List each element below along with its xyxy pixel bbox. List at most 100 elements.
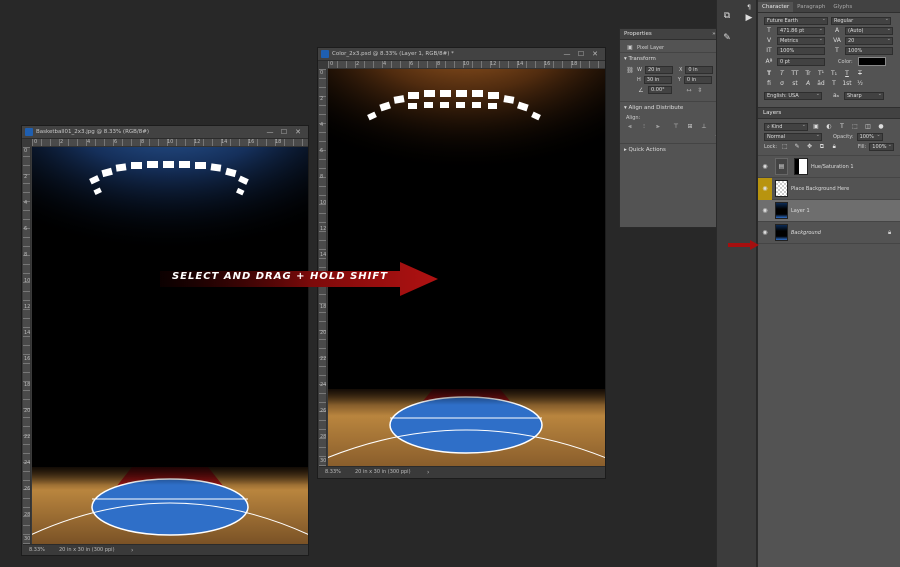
strikethrough-icon[interactable]: T	[855, 70, 865, 78]
layer-mask-thumb[interactable]	[794, 158, 808, 175]
blend-mode-select[interactable]: Normal	[764, 132, 822, 141]
document-window-left[interactable]: Basketball01_2x3.jpg @ 8.33% (RGB/8#) — …	[21, 125, 309, 556]
layer-name[interactable]: Layer 1	[791, 208, 900, 214]
ruler-horizontal[interactable]: 0 2 4 6 8 10 12 14 16 18	[32, 139, 308, 147]
link-icon[interactable]: ⛓	[626, 67, 634, 74]
x-field[interactable]: 0 in	[685, 66, 714, 74]
section-align-distribute[interactable]: ▾ Align and Distribute	[620, 101, 726, 114]
filter-toggle-icon[interactable]: ●	[876, 123, 886, 131]
y-field[interactable]: 0 in	[683, 76, 712, 84]
section-transform[interactable]: ▾ Transform	[620, 52, 726, 65]
angle-field[interactable]: 0.00°	[648, 86, 672, 94]
tab-glyphs[interactable]: Glyphs	[829, 2, 856, 12]
visibility-eye-icon[interactable]: ◉	[758, 163, 772, 170]
fractions-icon[interactable]: ½	[855, 80, 865, 88]
maximize-icon[interactable]: ☐	[277, 126, 291, 138]
underline-icon[interactable]: T	[842, 70, 852, 78]
tab-paragraph[interactable]: Paragraph	[793, 2, 829, 12]
properties-tab-bar[interactable]: Properties » ≡	[620, 29, 726, 40]
maximize-icon[interactable]: ☐	[574, 48, 588, 60]
anti-alias-select[interactable]: Sharp	[844, 91, 884, 100]
layer-row-place-background[interactable]: ◉ Place Background Here	[758, 177, 900, 200]
font-family-select[interactable]: Future Earth	[764, 16, 828, 25]
section-quick-actions[interactable]: ▸ Quick Actions	[620, 143, 726, 156]
minimize-icon[interactable]: —	[560, 48, 574, 60]
align-top-icon[interactable]: ⊤	[672, 123, 680, 130]
layer-row-hue-saturation[interactable]: ◉ ▤ Hue/Saturation 1	[758, 156, 900, 178]
paragraph-icon[interactable]: ¶	[743, 2, 755, 14]
filter-type-icon[interactable]: T	[837, 123, 847, 131]
filter-adjustment-icon[interactable]: ◐	[824, 123, 834, 131]
horizontal-scale-field[interactable]: 100%	[845, 47, 893, 55]
all-caps-icon[interactable]: TT	[790, 70, 800, 78]
layer-row-background[interactable]: ◉ Background 🔒︎	[758, 222, 900, 244]
text-color-swatch[interactable]	[857, 57, 886, 66]
history-icon[interactable]: ⧉	[721, 10, 733, 22]
visibility-eye-icon[interactable]: ◉	[758, 177, 772, 200]
close-icon[interactable]: ✕	[291, 126, 305, 138]
align-right-icon[interactable]: ⫸	[654, 123, 662, 130]
tab-character[interactable]: Character	[758, 2, 794, 12]
small-caps-icon[interactable]: Tr	[803, 70, 813, 78]
document-title-bar[interactable]: Color_2x3.psd @ 8.33% (Layer 1, RGB/8#) …	[318, 48, 605, 61]
filter-shape-icon[interactable]: ⬚	[850, 123, 860, 131]
tracking-select[interactable]: 20	[845, 36, 893, 45]
close-icon[interactable]: ✕	[588, 48, 602, 60]
layer-filter-select[interactable]: ⌕ Kind	[764, 122, 808, 131]
superscript-icon[interactable]: T¹	[816, 70, 826, 78]
layer-name[interactable]: Hue/Saturation 1	[811, 164, 900, 170]
visibility-eye-icon[interactable]: ◉	[758, 207, 772, 214]
tab-properties[interactable]: Properties	[624, 31, 652, 37]
faux-italic-icon[interactable]: T	[777, 70, 787, 78]
ligatures-icon[interactable]: fi	[764, 80, 774, 88]
width-field[interactable]: 20 in	[644, 66, 673, 74]
language-select[interactable]: English: USA	[764, 91, 822, 100]
lock-image-icon[interactable]: ✎	[792, 143, 801, 151]
right-panel-column[interactable]: Character Paragraph Glyphs Future Earth …	[757, 0, 900, 567]
filter-smart-icon[interactable]: ◫	[863, 123, 873, 131]
flip-horizontal-icon[interactable]: ⇿	[685, 87, 693, 94]
layer-row-layer-1[interactable]: ◉ Layer 1	[758, 200, 900, 222]
lock-all-icon[interactable]: 🔒︎	[830, 143, 839, 151]
font-size-select[interactable]: 471.86 pt	[777, 26, 825, 35]
fill-field[interactable]: 100%	[869, 142, 894, 151]
vertical-scale-field[interactable]: 100%	[777, 47, 825, 55]
contextual-alternates-icon[interactable]: σ	[777, 80, 787, 88]
subscript-icon[interactable]: T₁	[829, 70, 839, 78]
brush-settings-icon[interactable]: ✎	[721, 32, 733, 44]
align-bottom-icon[interactable]: ⊥	[700, 123, 708, 130]
ruler-horizontal[interactable]: 0 2 4 6 8 10 12 14 16 18	[328, 61, 605, 69]
kerning-select[interactable]: Metrics	[777, 36, 825, 45]
titling-alternates-icon[interactable]: T	[829, 80, 839, 88]
document-title-bar[interactable]: Basketball01_2x3.jpg @ 8.33% (RGB/8#) — …	[22, 126, 308, 139]
faux-bold-icon[interactable]: T	[764, 70, 774, 78]
lock-artboard-icon[interactable]: ⧉	[817, 143, 826, 151]
stylistic-alternates-icon[interactable]: ād	[816, 80, 826, 88]
filter-pixel-icon[interactable]: ▣	[811, 123, 821, 131]
zoom-level[interactable]: 8.33%	[325, 469, 355, 475]
chevron-right-icon[interactable]: ›	[427, 469, 435, 476]
layers-panel-header[interactable]: Layers	[758, 107, 900, 119]
document-canvas[interactable]	[32, 147, 308, 544]
align-center-h-icon[interactable]: ⫶	[640, 123, 648, 130]
leading-select[interactable]: (Auto)	[845, 26, 893, 35]
ruler-vertical[interactable]: 0 2 4 6 8 10 12 14 16 18 20 22 24 26 28 …	[23, 147, 31, 544]
lock-position-icon[interactable]: ✥	[805, 143, 814, 151]
baseline-shift-field[interactable]: 0 pt	[777, 57, 825, 66]
tab-layers[interactable]: Layers	[763, 110, 781, 116]
opacity-field[interactable]: 100%	[856, 132, 883, 141]
flip-vertical-icon[interactable]: ⇳	[696, 87, 704, 94]
ordinals-icon[interactable]: 1st	[842, 80, 852, 88]
font-style-select[interactable]: Regular	[831, 16, 891, 25]
discretionary-ligatures-icon[interactable]: st	[790, 80, 800, 88]
character-tab-bar[interactable]: Character Paragraph Glyphs	[758, 0, 900, 13]
lock-transparent-icon[interactable]: ⬚	[780, 143, 789, 151]
align-left-icon[interactable]: ⫷	[626, 123, 634, 130]
minimize-icon[interactable]: —	[263, 126, 277, 138]
layer-name[interactable]: Background	[791, 230, 888, 236]
zoom-level[interactable]: 8.33%	[29, 547, 59, 553]
height-field[interactable]: 30 in	[643, 76, 672, 84]
layer-name[interactable]: Place Background Here	[791, 186, 900, 192]
chevron-right-icon[interactable]: ›	[131, 547, 139, 554]
visibility-eye-icon[interactable]: ◉	[758, 229, 772, 236]
